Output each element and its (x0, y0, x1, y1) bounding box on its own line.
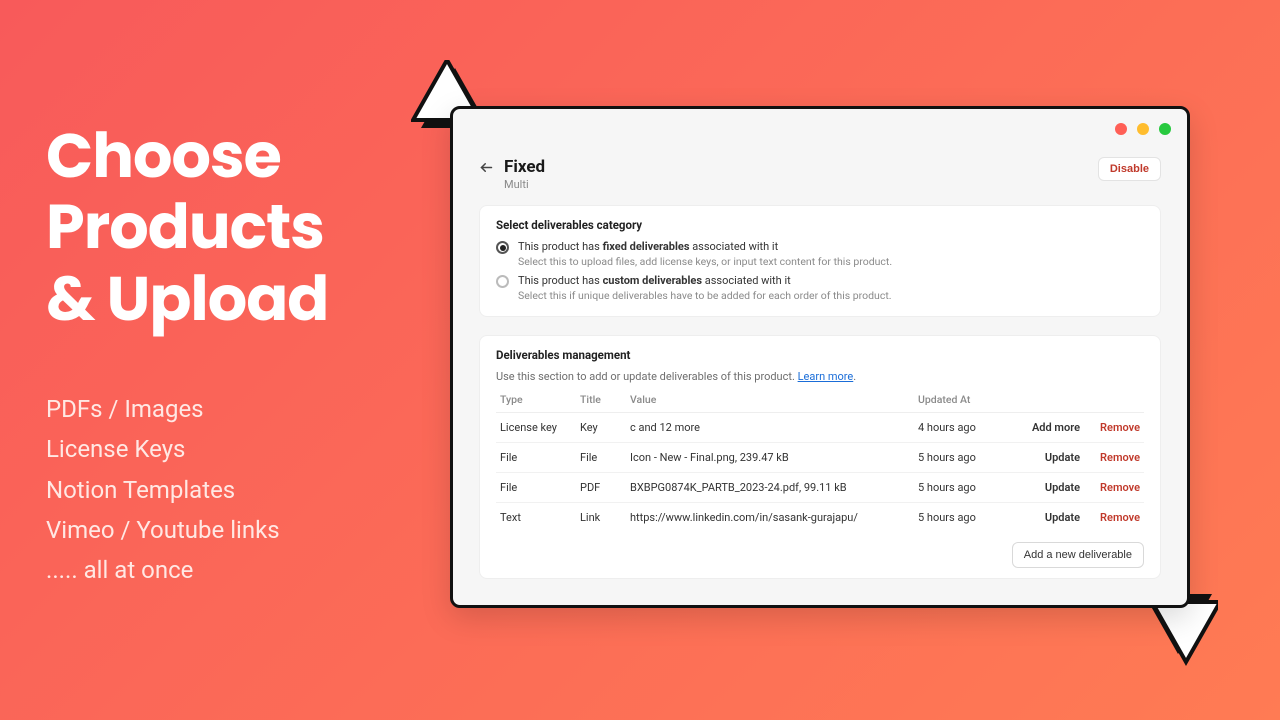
app-window: Fixed Multi Disable Select deliverables … (450, 106, 1190, 608)
back-arrow-icon[interactable] (479, 160, 494, 179)
window-zoom-icon[interactable] (1159, 123, 1171, 135)
option-label: This product has custom deliverables ass… (518, 274, 892, 287)
learn-more-link[interactable]: Learn more (798, 370, 854, 383)
cell-type: File (496, 443, 576, 473)
table-row: TextLinkhttps://www.linkedin.com/in/sasa… (496, 503, 1144, 533)
deliverable-category-option[interactable]: This product has fixed deliverables asso… (496, 240, 1144, 268)
col-title: Title (576, 387, 626, 413)
management-heading: Deliverables management (496, 348, 1144, 362)
page-title: Fixed (504, 157, 545, 177)
cell-type: Text (496, 503, 576, 533)
row-remove-button[interactable]: Remove (1100, 511, 1140, 524)
option-help: Select this to upload files, add license… (518, 255, 892, 268)
page-header: Fixed Multi Disable (479, 157, 1161, 191)
feature-item: ..... all at once (46, 551, 426, 589)
disable-button[interactable]: Disable (1098, 157, 1161, 181)
window-controls (1115, 123, 1171, 135)
feature-item: PDFs / Images (46, 390, 426, 428)
cell-value: BXBPG0874K_PARTB_2023-24.pdf, 99.11 kB (626, 473, 914, 503)
option-label: This product has fixed deliverables asso… (518, 240, 892, 253)
option-help: Select this if unique deliverables have … (518, 289, 892, 302)
management-desc-text: Use this section to add or update delive… (496, 370, 798, 383)
category-card: Select deliverables category This produc… (479, 205, 1161, 317)
cell-title: Link (576, 503, 626, 533)
headline: Choose Products & Upload (46, 120, 426, 334)
feature-item: License Keys (46, 430, 426, 468)
feature-list: PDFs / ImagesLicense KeysNotion Template… (46, 390, 426, 590)
cell-updated: 5 hours ago (914, 443, 1014, 473)
row-action-button[interactable]: Update (1045, 511, 1080, 524)
radio-icon[interactable] (496, 241, 509, 254)
table-row: License keyKeyc and 12 more4 hours ago Ad… (496, 413, 1144, 443)
management-desc-text: . (853, 370, 856, 383)
row-remove-button[interactable]: Remove (1100, 451, 1140, 464)
deliverables-table: Type Title Value Updated At License keyK… (496, 387, 1144, 532)
table-row: FilePDFBXBPG0874K_PARTB_2023-24.pdf, 99.… (496, 473, 1144, 503)
cell-title: File (576, 443, 626, 473)
cell-title: PDF (576, 473, 626, 503)
row-action-button[interactable]: Add more (1032, 421, 1080, 434)
cell-type: File (496, 473, 576, 503)
col-updated: Updated At (914, 387, 1014, 413)
marketing-panel: Choose Products & Upload PDFs / ImagesLi… (46, 120, 426, 592)
window-minimize-icon[interactable] (1137, 123, 1149, 135)
window-close-icon[interactable] (1115, 123, 1127, 135)
headline-line: Products (46, 191, 426, 262)
category-heading: Select deliverables category (496, 218, 1144, 232)
headline-line: & Upload (46, 263, 426, 334)
cell-value: https://www.linkedin.com/in/sasank-guraj… (626, 503, 914, 533)
management-description: Use this section to add or update delive… (496, 370, 1144, 383)
feature-item: Notion Templates (46, 471, 426, 509)
cell-value: Icon - New - Final.png, 239.47 kB (626, 443, 914, 473)
row-remove-button[interactable]: Remove (1100, 481, 1140, 494)
cell-updated: 5 hours ago (914, 503, 1014, 533)
row-action-button[interactable]: Update (1045, 481, 1080, 494)
management-card: Deliverables management Use this section… (479, 335, 1161, 579)
row-remove-button[interactable]: Remove (1100, 421, 1140, 434)
deliverable-category-option[interactable]: This product has custom deliverables ass… (496, 274, 1144, 302)
cell-updated: 5 hours ago (914, 473, 1014, 503)
cell-type: License key (496, 413, 576, 443)
radio-icon[interactable] (496, 275, 509, 288)
page-subtitle: Multi (504, 178, 545, 191)
col-type: Type (496, 387, 576, 413)
cell-title: Key (576, 413, 626, 443)
cell-updated: 4 hours ago (914, 413, 1014, 443)
cell-value: c and 12 more (626, 413, 914, 443)
table-row: FileFileIcon - New - Final.png, 239.47 k… (496, 443, 1144, 473)
col-value: Value (626, 387, 914, 413)
headline-line: Choose (46, 120, 426, 191)
feature-item: Vimeo / Youtube links (46, 511, 426, 549)
row-action-button[interactable]: Update (1045, 451, 1080, 464)
add-deliverable-button[interactable]: Add a new deliverable (1012, 542, 1144, 568)
